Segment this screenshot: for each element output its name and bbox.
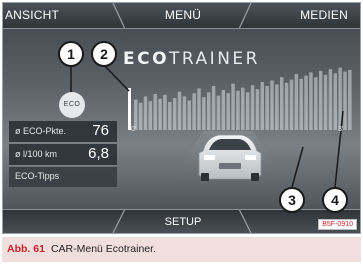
eco-bar [241,87,245,130]
eco-bar [192,93,196,130]
caption-text: CAR-Menü Ecotrainer. [50,243,156,255]
car-display: ANSICHT MENÜ MEDIEN 0' 3' ECOTRAINER ECO… [2,2,361,234]
eco-bar [348,70,352,130]
eco-points-value: 76 [92,122,109,139]
ecotrainer-title: ECOTRAINER [123,49,260,69]
eco-bar [294,74,299,130]
eco-bar [260,82,264,130]
eco-icon: ECO [59,92,85,118]
scale-end-label: 3' [338,126,343,133]
callout-1: 1 [58,41,84,67]
eco-tips-label: ECO-Tipps [15,171,60,181]
callout-3: 3 [279,187,305,213]
eco-bar [143,96,148,130]
eco-bar [172,98,177,130]
eco-bar [158,98,162,130]
level-indicator [128,88,131,130]
eco-bar [168,102,172,130]
eco-bar [187,100,191,130]
eco-bar [153,94,157,130]
eco-points-label: ø ECO-Pkte. [15,126,67,136]
eco-bar [314,77,318,130]
eco-bar [299,78,303,130]
figure-code: B5F-0910 [318,219,357,230]
eco-bar [148,101,153,130]
scale-start-label: 0' [131,126,136,133]
figure-caption: Abb. 61 CAR-Menü Ecotrainer. [2,237,361,262]
eco-bar [250,85,255,130]
eco-bar [309,72,313,130]
callout-2: 2 [91,41,117,67]
eco-bar [284,82,289,130]
eco-bar [202,97,206,130]
eco-bar [318,70,323,130]
eco-bar [226,93,230,130]
eco-bar [323,74,328,130]
bottom-menu-bar: SETUP [3,209,360,233]
eco-bar [163,94,167,130]
consumption-panel: ø l/100 km 6,8 [9,144,117,166]
eco-bar [270,80,274,130]
eco-bar [216,95,221,130]
setup-button[interactable]: SETUP [128,211,238,233]
eco-bar [280,77,284,130]
eco-bar [182,96,187,130]
eco-bar [236,90,240,130]
eco-bar [328,69,333,130]
eco-bar [138,102,143,130]
eco-bar [245,92,250,130]
callout-4: 4 [322,187,348,213]
eco-bar [197,88,201,130]
brand-eco: ECO [123,49,170,69]
eco-history-scene: 0' 3' [70,64,352,209]
eco-bar [265,86,269,130]
eco-bar [255,89,260,130]
caption-number: Abb. 61 [7,243,45,255]
callout-3-line [291,146,304,188]
brand-trainer: TRAINER [169,49,260,69]
eco-points-panel: ø ECO-Pkte. 76 [9,121,117,143]
eco-bar [207,92,211,130]
eco-bar [289,79,294,130]
consumption-label: ø l/100 km [15,149,58,159]
eco-bar [221,90,226,130]
eco-bar [275,84,279,130]
eco-bar [333,73,337,130]
eco-bar [211,86,216,130]
eco-score-bars [134,67,352,130]
eco-bar [177,91,182,130]
eco-bar [304,75,308,130]
eco-tips-button[interactable]: ECO-Tipps [9,167,117,187]
consumption-value: 6,8 [88,145,109,162]
eco-bar [231,83,235,130]
eco-bar [343,71,347,130]
car-icon [198,134,262,181]
